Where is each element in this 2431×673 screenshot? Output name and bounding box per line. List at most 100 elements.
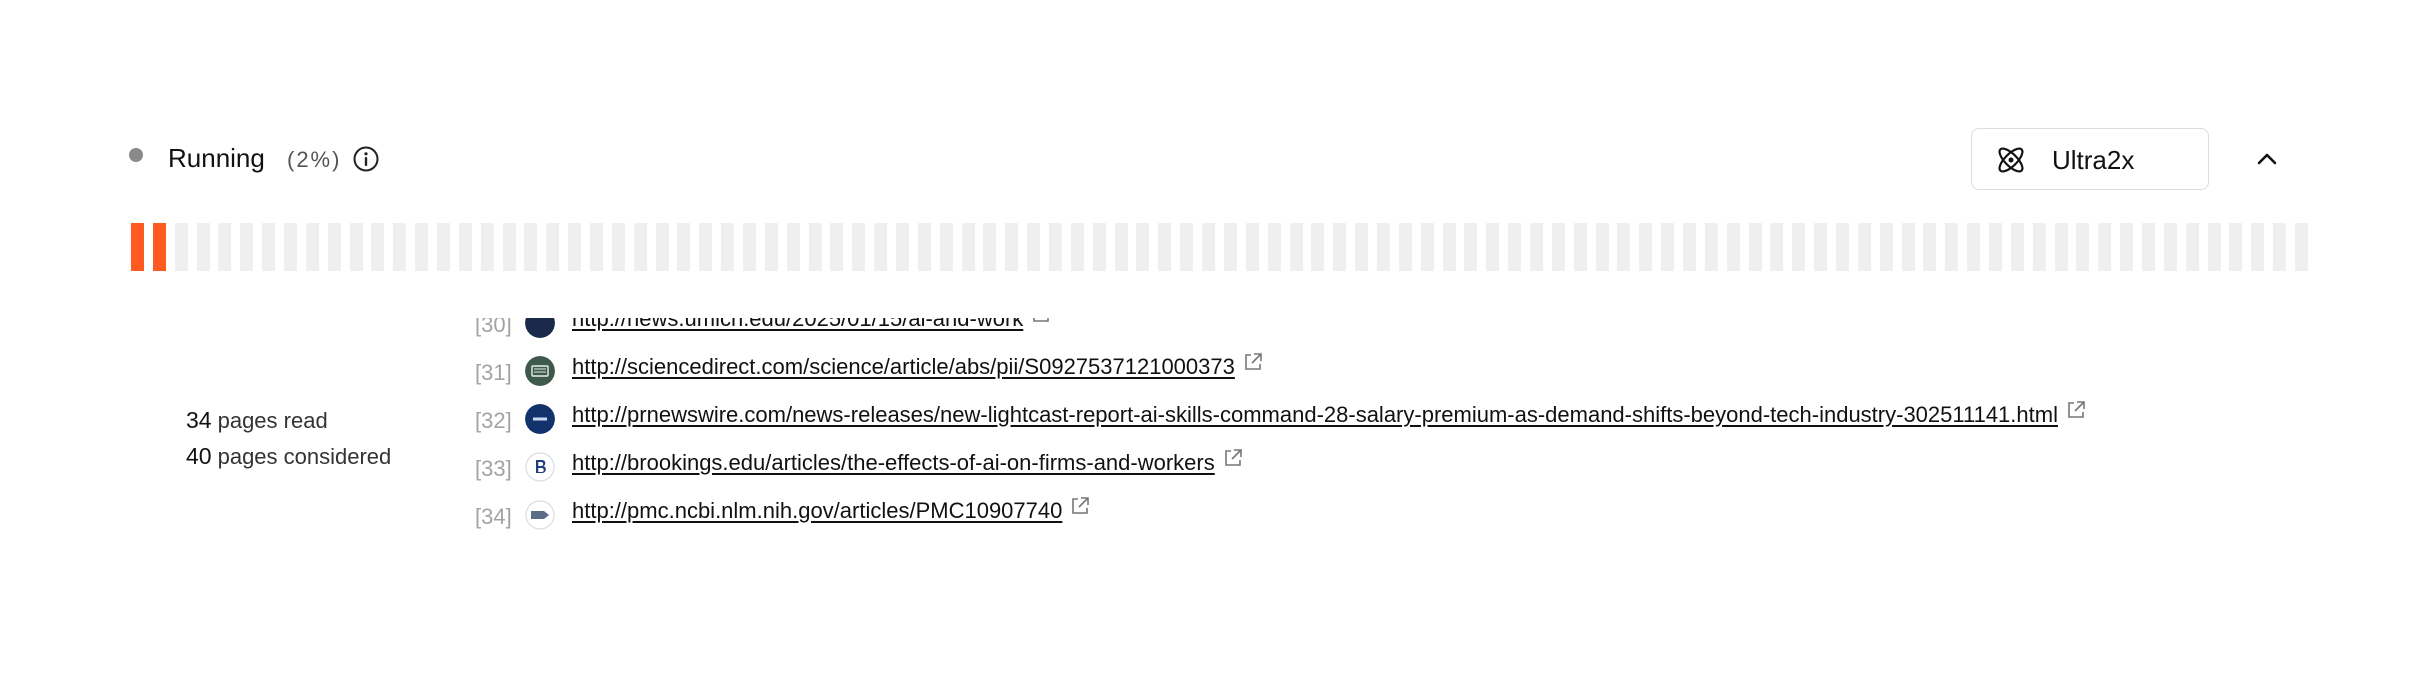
progress-segment bbox=[874, 223, 887, 271]
status-label: Running bbox=[168, 143, 265, 173]
progress-segment bbox=[1858, 223, 1871, 271]
progress-segment bbox=[1093, 223, 1106, 271]
external-link-icon[interactable] bbox=[1243, 352, 1263, 372]
progress-segment bbox=[1486, 223, 1499, 271]
progress-segment bbox=[1508, 223, 1521, 271]
external-link-icon[interactable] bbox=[1223, 448, 1243, 468]
progress-segment bbox=[852, 223, 865, 271]
progress-segment bbox=[1180, 223, 1193, 271]
progress-segment-done bbox=[131, 223, 144, 271]
progress-segment bbox=[1552, 223, 1565, 271]
progress-segment bbox=[328, 223, 341, 271]
info-icon[interactable] bbox=[352, 145, 380, 173]
progress-segment bbox=[1814, 223, 1827, 271]
progress-segment bbox=[699, 223, 712, 271]
progress-segment bbox=[656, 223, 669, 271]
mode-selector-button[interactable]: Ultra2x bbox=[1971, 128, 2209, 190]
progress-segment bbox=[1923, 223, 1936, 271]
progress-segment bbox=[415, 223, 428, 271]
source-index: [30] bbox=[475, 318, 512, 337]
progress-segment bbox=[2011, 223, 2024, 271]
progress-segment bbox=[721, 223, 734, 271]
progress-segment bbox=[2098, 223, 2111, 271]
research-progress-panel: Running (2%) Ultra2x 34 pages read 40 page… bbox=[0, 0, 2431, 673]
progress-segment bbox=[306, 223, 319, 271]
progress-segment bbox=[1705, 223, 1718, 271]
progress-segment bbox=[1880, 223, 1893, 271]
source-list[interactable]: [30] http://news.umich.edu/2025/01/15/ai… bbox=[470, 318, 2290, 548]
progress-segment bbox=[1158, 223, 1171, 271]
progress-segment bbox=[1399, 223, 1412, 271]
progress-segment bbox=[1224, 223, 1237, 271]
progress-segment bbox=[787, 223, 800, 271]
list-item: [33] http://brookings.edu/articles/the-e… bbox=[470, 444, 2290, 484]
list-item: [31] http://sciencedirect.com/science/ar… bbox=[470, 348, 2290, 388]
progress-segment bbox=[524, 223, 537, 271]
progress-segment bbox=[1464, 223, 1477, 271]
sciencedirect-favicon bbox=[525, 356, 555, 386]
umich-favicon bbox=[525, 318, 555, 338]
progress-segment bbox=[1617, 223, 1630, 271]
progress-segment bbox=[1355, 223, 1368, 271]
progress-segment bbox=[1661, 223, 1674, 271]
progress-segment bbox=[393, 223, 406, 271]
progress-segment bbox=[1836, 223, 1849, 271]
progress-segment bbox=[809, 223, 822, 271]
progress-segment bbox=[1377, 223, 1390, 271]
source-link[interactable]: http://prnewswire.com/news-releases/new-… bbox=[572, 400, 2086, 430]
progress-segment bbox=[1639, 223, 1652, 271]
progress-segment bbox=[1421, 223, 1434, 271]
progress-segment bbox=[2033, 223, 2046, 271]
progress-segment bbox=[962, 223, 975, 271]
status-percent: (2%) bbox=[287, 147, 342, 172]
source-index: [33] bbox=[475, 456, 512, 481]
progress-segment bbox=[197, 223, 210, 271]
progress-segment bbox=[1770, 223, 1783, 271]
brookings-favicon bbox=[525, 452, 555, 482]
list-item: [34] http://pmc.ncbi.nlm.nih.gov/article… bbox=[470, 492, 2290, 532]
progress-segment bbox=[459, 223, 472, 271]
external-link-icon[interactable] bbox=[1031, 318, 1051, 324]
progress-segment bbox=[1727, 223, 1740, 271]
source-index: [34] bbox=[475, 504, 512, 529]
external-link-icon[interactable] bbox=[2066, 400, 2086, 420]
pages-considered-stat: 40 pages considered bbox=[186, 441, 391, 472]
progress-segment bbox=[262, 223, 275, 271]
progress-segment bbox=[1967, 223, 1980, 271]
progress-segment bbox=[175, 223, 188, 271]
source-link[interactable]: http://news.umich.edu/2025/01/15/ai-and-… bbox=[572, 318, 1051, 334]
progress-segment bbox=[481, 223, 494, 271]
progress-segment bbox=[612, 223, 625, 271]
progress-segment bbox=[1902, 223, 1915, 271]
progress-segment bbox=[546, 223, 559, 271]
progress-segment bbox=[284, 223, 297, 271]
list-item: [32] http://prnewswire.com/news-releases… bbox=[470, 396, 2290, 436]
progress-segment bbox=[1574, 223, 1587, 271]
progress-segment bbox=[2186, 223, 2199, 271]
progress-segment-done bbox=[153, 223, 166, 271]
pages-considered-count: 40 bbox=[186, 443, 212, 469]
external-link-icon[interactable] bbox=[1070, 496, 1090, 516]
source-link[interactable]: http://sciencedirect.com/science/article… bbox=[572, 352, 1263, 382]
progress-segment bbox=[371, 223, 384, 271]
progress-segment bbox=[590, 223, 603, 271]
progress-segment bbox=[503, 223, 516, 271]
progress-segment bbox=[350, 223, 363, 271]
chevron-up-icon[interactable] bbox=[2250, 142, 2284, 176]
progress-segment bbox=[1136, 223, 1149, 271]
progress-segment bbox=[2120, 223, 2133, 271]
progress-bar bbox=[131, 223, 2308, 271]
progress-segment bbox=[240, 223, 253, 271]
pages-read-count: 34 bbox=[186, 407, 212, 433]
source-link[interactable]: http://pmc.ncbi.nlm.nih.gov/articles/PMC… bbox=[572, 496, 1090, 526]
progress-segment bbox=[1683, 223, 1696, 271]
progress-segment bbox=[2295, 223, 2308, 271]
progress-segment bbox=[1530, 223, 1543, 271]
atom-icon bbox=[1998, 147, 2024, 173]
source-link[interactable]: http://brookings.edu/articles/the-effect… bbox=[572, 448, 1243, 478]
status-dot bbox=[129, 148, 143, 162]
prnewswire-favicon bbox=[525, 404, 555, 434]
list-item: [30] http://news.umich.edu/2025/01/15/ai… bbox=[470, 318, 2290, 340]
progress-segment bbox=[1115, 223, 1128, 271]
progress-segment bbox=[2076, 223, 2089, 271]
